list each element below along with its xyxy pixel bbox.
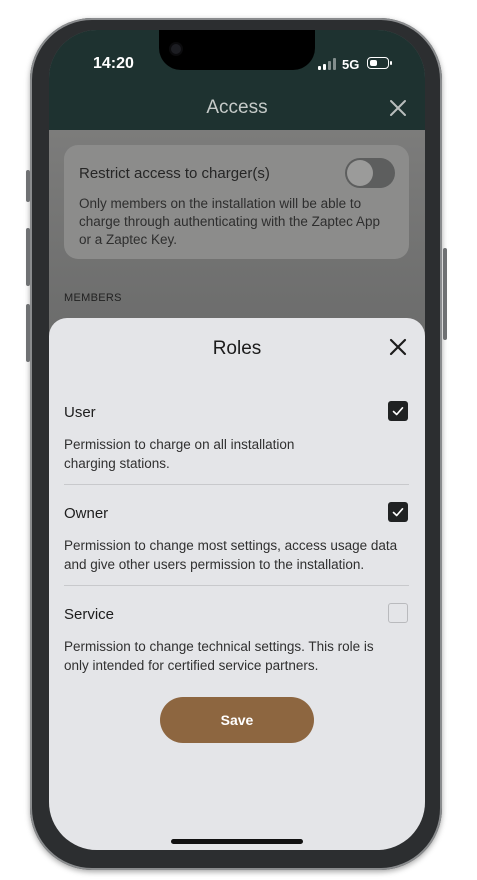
service-role-checkbox[interactable] bbox=[388, 603, 408, 623]
status-time: 14:20 bbox=[93, 55, 134, 72]
save-button[interactable]: Save bbox=[160, 697, 314, 743]
role-description-line: only intended for certified service part… bbox=[64, 658, 319, 673]
mute-switch bbox=[26, 170, 30, 202]
restrict-access-toggle[interactable] bbox=[345, 158, 395, 188]
role-name: Service bbox=[64, 606, 115, 623]
role-description-line: Permission to charge on all installation bbox=[64, 437, 295, 452]
camera-icon bbox=[171, 44, 181, 54]
owner-role-checkbox[interactable] bbox=[388, 502, 408, 522]
power-button bbox=[443, 248, 447, 340]
check-icon bbox=[392, 508, 404, 517]
divider bbox=[64, 484, 409, 485]
role-description-line: Permission to change technical settings.… bbox=[64, 639, 374, 654]
user-role-checkbox[interactable] bbox=[388, 401, 408, 421]
restrict-access-title: Restrict access to charger(s) bbox=[79, 165, 270, 182]
check-icon bbox=[392, 407, 404, 416]
restrict-access-description: Only members on the installation will be… bbox=[79, 196, 380, 247]
role-description-line: and give other users permission to the i… bbox=[64, 557, 365, 572]
roles-sheet: Roles User Permission to charge on all i… bbox=[49, 318, 425, 850]
close-icon[interactable] bbox=[388, 98, 408, 118]
network-type: 5G bbox=[342, 57, 360, 72]
role-description-line: charging stations. bbox=[64, 456, 170, 471]
page-title: Access bbox=[206, 97, 268, 118]
toggle-knob bbox=[347, 160, 373, 186]
notch bbox=[159, 30, 315, 70]
role-name: Owner bbox=[64, 505, 109, 522]
home-indicator[interactable] bbox=[171, 839, 303, 844]
battery-icon bbox=[367, 57, 392, 69]
role-name: User bbox=[64, 404, 96, 421]
roles-sheet-title: Roles bbox=[212, 338, 262, 359]
volume-down-button bbox=[26, 304, 30, 362]
signal-icon bbox=[318, 58, 338, 70]
role-description: Permission to charge on all installation… bbox=[64, 435, 294, 473]
phone-screen: 14:20 5G Access Restrict access to charg… bbox=[49, 30, 425, 850]
members-section-label: MEMBERS bbox=[64, 292, 122, 304]
restrict-access-card: Restrict access to charger(s) Only membe… bbox=[64, 145, 409, 259]
close-icon[interactable] bbox=[388, 337, 408, 357]
divider bbox=[64, 585, 409, 586]
role-description: Permission to change most settings, acce… bbox=[64, 536, 397, 574]
role-description: Permission to change technical settings.… bbox=[64, 637, 374, 675]
volume-up-button bbox=[26, 228, 30, 286]
role-description-line: Permission to change most settings, acce… bbox=[64, 538, 398, 553]
